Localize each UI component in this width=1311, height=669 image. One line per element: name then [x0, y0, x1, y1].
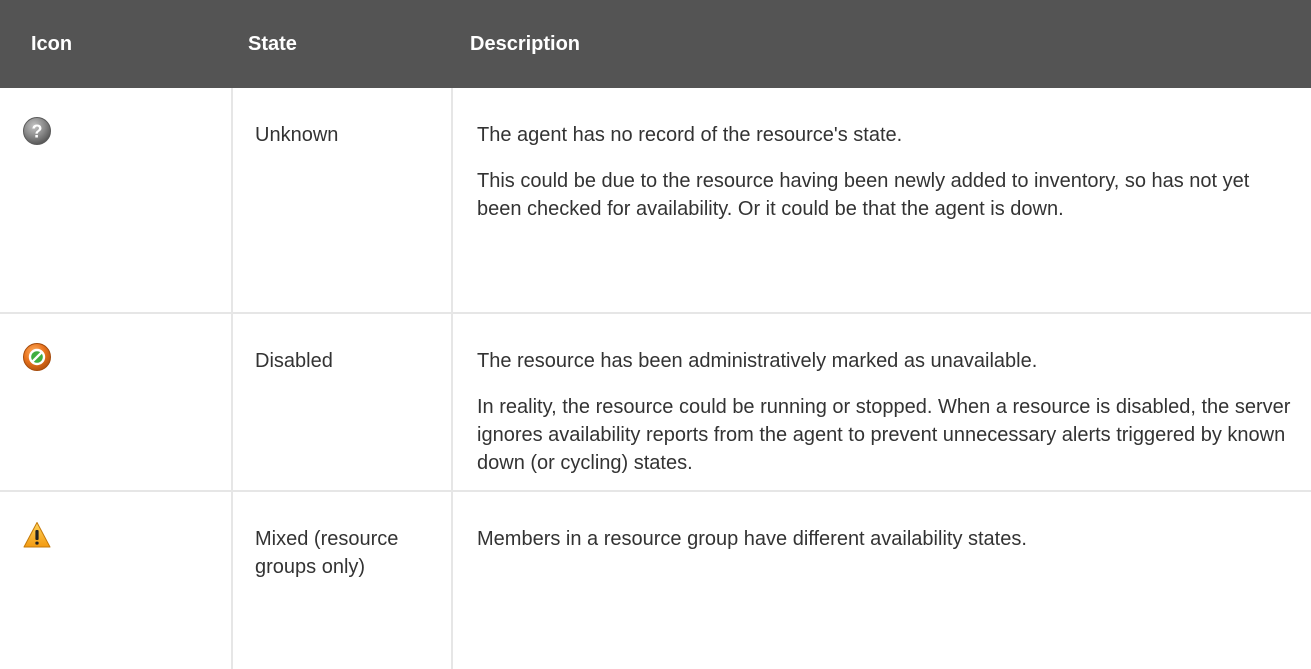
state-cell: Disabled — [232, 313, 453, 492]
state-label: Disabled — [255, 350, 333, 372]
header-description: Description — [452, 0, 1311, 88]
table-body: ? Unknown The agent has no record of the… — [0, 88, 1311, 669]
description-text: In reality, the resource could be runnin… — [477, 396, 1291, 474]
table-header: Icon State Description — [0, 0, 1311, 88]
description-text: Members in a resource group have differe… — [477, 528, 1027, 550]
icon-cell — [0, 313, 233, 492]
header-row: Icon State Description — [0, 0, 1311, 88]
availability-states-table: Icon State Description ? Unknown The age… — [0, 0, 1311, 669]
unknown-question-icon: ? — [22, 116, 52, 146]
warning-triangle-icon-graphic — [23, 522, 51, 548]
header-state: State — [232, 0, 452, 88]
disabled-slash-icon — [22, 342, 52, 372]
description-text: The agent has no record of the resource'… — [477, 124, 903, 146]
warning-triangle-icon — [22, 520, 52, 550]
description-cell: The agent has no record of the resource'… — [452, 88, 1311, 314]
disabled-slash-icon-graphic — [23, 343, 51, 371]
description-text: This could be due to the resource having… — [477, 170, 1250, 220]
header-icon: Icon — [0, 0, 232, 88]
description-cell: The resource has been administratively m… — [452, 313, 1311, 492]
unknown-question-icon-graphic: ? — [23, 117, 51, 145]
description-text: The resource has been administratively m… — [477, 350, 1038, 372]
description-cell: Members in a resource group have differe… — [452, 491, 1311, 669]
icon-cell — [0, 491, 233, 669]
state-cell: Mixed (resource groups only) — [232, 491, 453, 669]
state-cell: Unknown — [232, 88, 453, 314]
table-row: Mixed (resource groups only) Members in … — [0, 491, 1311, 669]
svg-text:?: ? — [32, 122, 43, 142]
table-row: Disabled The resource has been administr… — [0, 313, 1311, 492]
table-row: ? Unknown The agent has no record of the… — [0, 88, 1311, 314]
availability-states-page: Icon State Description ? Unknown The age… — [0, 0, 1311, 669]
state-label: Unknown — [255, 124, 339, 146]
icon-cell: ? — [0, 88, 233, 314]
state-label: Mixed (resource groups only) — [255, 528, 399, 578]
